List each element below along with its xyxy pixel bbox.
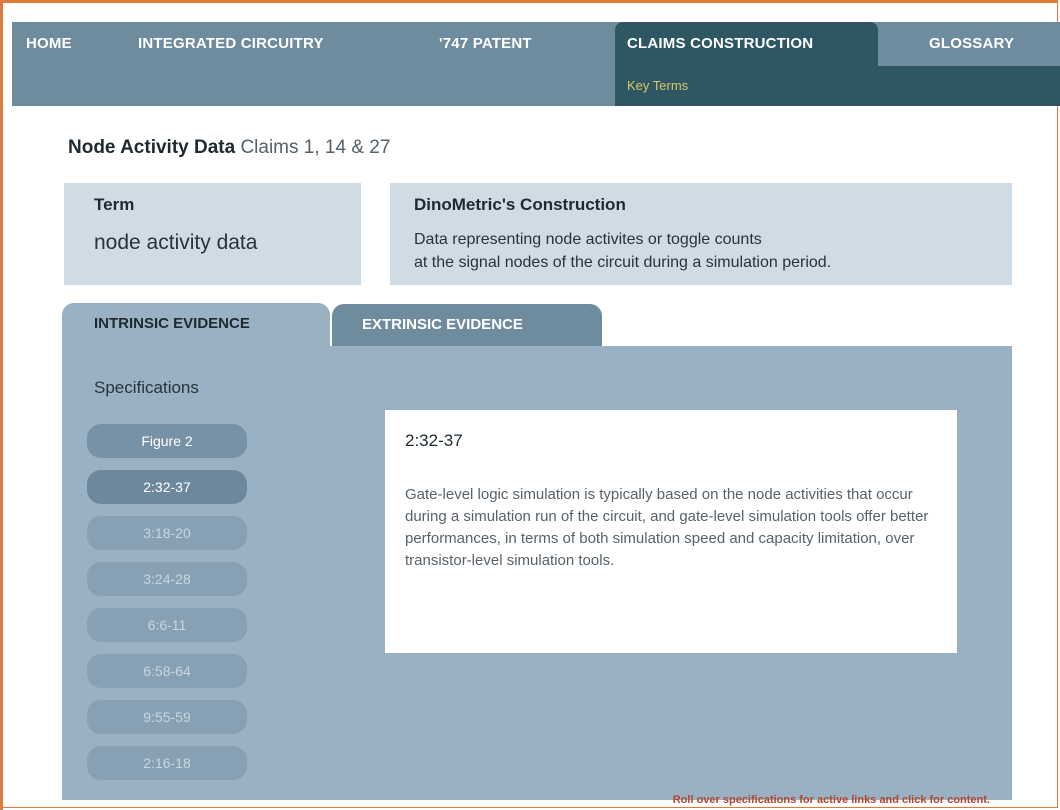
nav-glossary[interactable]: GLOSSARY <box>929 22 1014 66</box>
spec-button-6-58-64[interactable]: 6:58-64 <box>87 654 247 688</box>
nav-integrated-circuitry[interactable]: INTEGRATED CIRCUITRY <box>138 22 324 66</box>
subnav-bar: Key Terms <box>615 66 1060 106</box>
term-heading: Term <box>94 195 135 214</box>
nav-claims-construction[interactable]: CLAIMS CONSTRUCTION <box>615 22 878 66</box>
term-value: node activity data <box>94 231 258 254</box>
spec-button-figure-2[interactable]: Figure 2 <box>87 424 247 458</box>
construction-line-1: Data representing node activites or togg… <box>414 231 762 248</box>
evidence-panel: Specifications Figure 2 2:32-37 3:18-20 … <box>62 346 1012 806</box>
page-title: Node Activity Data Claims 1, 14 & 27 <box>68 137 390 159</box>
page-title-claims: Claims 1, 14 & 27 <box>240 137 391 158</box>
construction-heading: DinoMetric's Construction <box>414 195 626 214</box>
nav-747-patent[interactable]: '747 PATENT <box>439 22 532 66</box>
tab-intrinsic-evidence[interactable]: INTRINSIC EVIDENCE <box>62 303 330 347</box>
construction-line-2: at the signal nodes of the circuit durin… <box>414 254 832 271</box>
specifications-heading: Specifications <box>94 378 199 397</box>
spec-button-3-18-20[interactable]: 3:18-20 <box>87 516 247 550</box>
content-title: 2:32-37 <box>405 431 463 450</box>
spec-button-9-55-59[interactable]: 9:55-59 <box>87 700 247 734</box>
spec-button-3-24-28[interactable]: 3:24-28 <box>87 562 247 596</box>
spec-button-2-16-18[interactable]: 2:16-18 <box>87 746 247 780</box>
spec-button-2-32-37[interactable]: 2:32-37 <box>87 470 247 504</box>
term-box: Term node activity data <box>64 183 361 285</box>
tab-extrinsic-evidence[interactable]: EXTRINSIC EVIDENCE <box>332 304 602 348</box>
subnav-key-terms[interactable]: Key Terms <box>627 66 688 106</box>
spec-button-6-6-11[interactable]: 6:6-11 <box>87 608 247 642</box>
nav-home[interactable]: HOME <box>26 22 72 66</box>
page-title-term: Node Activity Data <box>68 137 236 158</box>
content-body: Gate-level logic simulation is typically… <box>405 486 929 569</box>
construction-box: DinoMetric's Construction Data represent… <box>390 183 1012 285</box>
construction-definition: Data representing node activites or togg… <box>414 228 1004 274</box>
rollover-hint: Roll over specifications for active link… <box>672 794 990 806</box>
top-navigation: HOME INTEGRATED CIRCUITRY '747 PATENT CL… <box>12 22 1060 106</box>
specification-content-card: 2:32-37 Gate-level logic simulation is t… <box>385 410 957 653</box>
